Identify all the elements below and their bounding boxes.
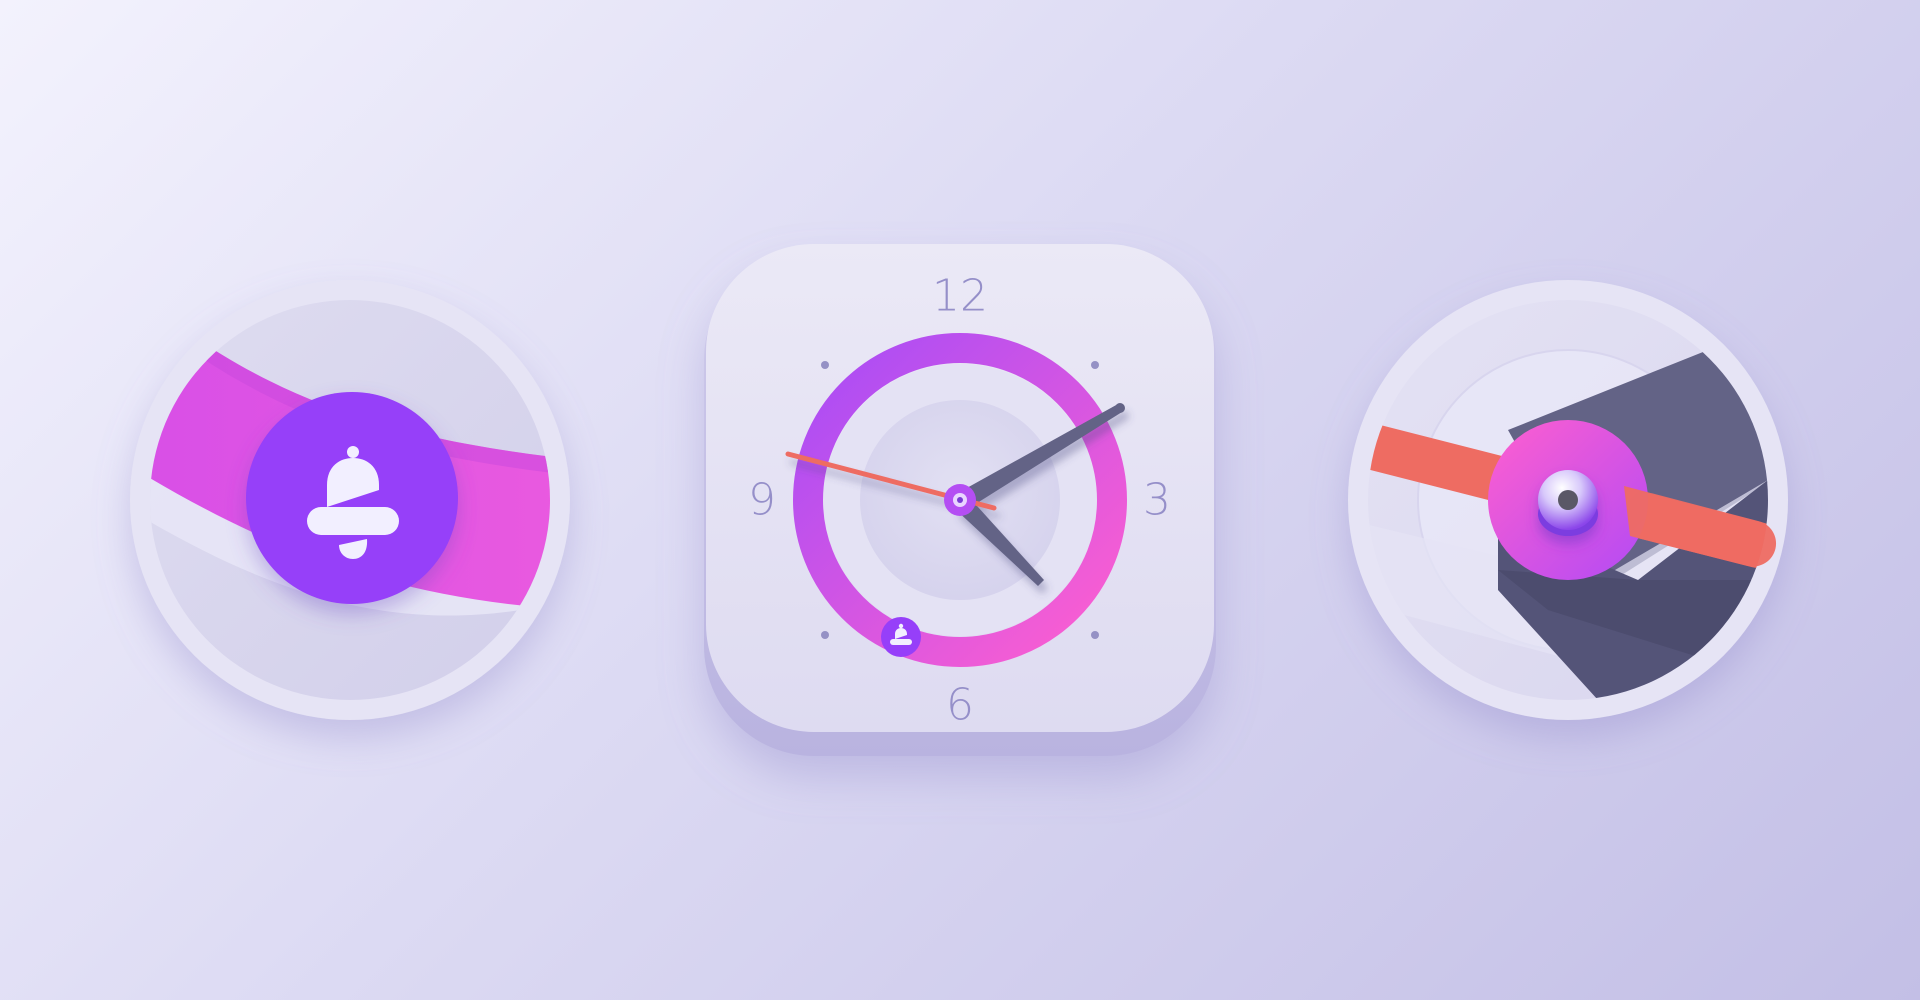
ring-marker bbox=[881, 617, 921, 657]
numeral-12: 12 bbox=[932, 271, 988, 322]
alarm-badge-icon bbox=[130, 280, 570, 720]
numeral-9: 9 bbox=[748, 475, 776, 526]
clock-tile-icon: 12 3 6 9 bbox=[704, 244, 1216, 756]
numeral-3: 3 bbox=[1143, 475, 1171, 526]
pin-icon bbox=[1538, 470, 1598, 536]
icon-showcase: 12 3 6 9 bbox=[0, 0, 1920, 1000]
abstract-clock-icon bbox=[1348, 280, 1788, 720]
pin-icon bbox=[944, 484, 976, 516]
numeral-6: 6 bbox=[946, 680, 974, 731]
